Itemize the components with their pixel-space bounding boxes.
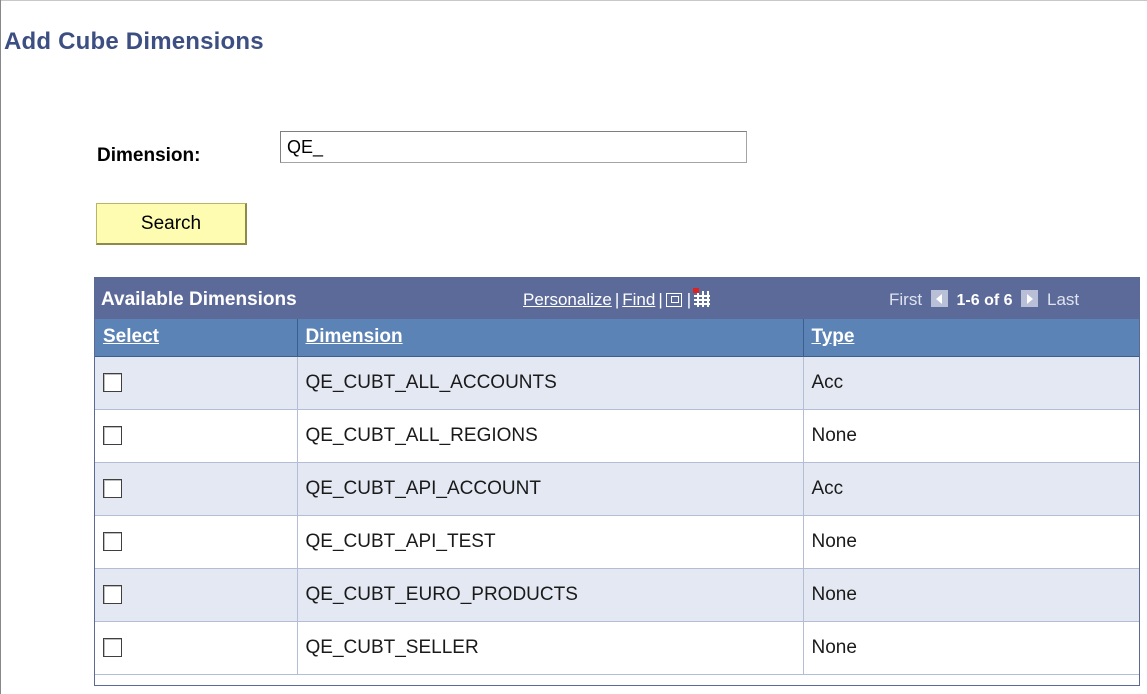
toolbar-separator: | — [686, 290, 692, 309]
sort-dimension-link[interactable]: Dimension — [306, 326, 403, 347]
table-row: QE_CUBT_API_ACCOUNT Acc — [95, 462, 1139, 516]
table-header-row: Select Dimension Type — [95, 319, 1139, 357]
grid-title: Available Dimensions — [101, 289, 297, 310]
grid-header-bar: Available Dimensions Personalize | Find | | … — [95, 278, 1139, 319]
table-row: QE_CUBT_ALL_ACCOUNTS Acc — [95, 356, 1139, 410]
select-checkbox[interactable] — [103, 425, 122, 445]
grid-pager: First 1-6 of 6 Last — [889, 290, 1079, 310]
page-left-border — [0, 0, 1, 694]
grid-toolbar: Personalize | Find | | — [523, 288, 711, 310]
dimension-cell: QE_CUBT_API_TEST — [297, 515, 804, 569]
dimension-input[interactable] — [280, 131, 747, 163]
table-row: QE_CUBT_API_TEST None — [95, 515, 1139, 569]
pager-last: Last — [1047, 290, 1080, 309]
type-cell: None — [803, 621, 1139, 675]
select-cell — [95, 409, 298, 463]
pager-range: 1-6 of 6 — [956, 292, 1013, 309]
type-cell: None — [803, 515, 1139, 569]
dimension-label: Dimension: — [97, 145, 201, 166]
personalize-link[interactable]: Personalize — [523, 290, 612, 309]
sort-type-link[interactable]: Type — [812, 326, 855, 347]
type-cell: None — [803, 409, 1139, 463]
page-top-border — [0, 0, 1147, 1]
dimensions-table: Select Dimension Type QE_CUBT_ALL_ACCOUN… — [95, 319, 1139, 675]
dimension-cell: QE_CUBT_ALL_ACCOUNTS — [297, 356, 804, 410]
table-row: QE_CUBT_ALL_REGIONS None — [95, 409, 1139, 463]
download-spreadsheet-icon[interactable] — [693, 288, 711, 307]
table-row: QE_CUBT_EURO_PRODUCTS None — [95, 568, 1139, 622]
select-cell — [95, 462, 298, 516]
type-cell: Acc — [803, 356, 1139, 410]
dimension-cell: QE_CUBT_SELLER — [297, 621, 804, 675]
select-checkbox[interactable] — [103, 478, 122, 498]
dimension-cell: QE_CUBT_EURO_PRODUCTS — [297, 568, 804, 622]
column-header-type[interactable]: Type — [803, 319, 1139, 357]
column-header-select[interactable]: Select — [95, 319, 298, 357]
select-cell — [95, 515, 298, 569]
pager-first: First — [889, 290, 923, 309]
select-checkbox[interactable] — [103, 372, 122, 392]
select-cell — [95, 621, 298, 675]
next-arrow-icon[interactable] — [1021, 290, 1039, 307]
find-link[interactable]: Find — [622, 290, 655, 309]
zoom-icon[interactable] — [665, 293, 682, 307]
select-checkbox[interactable] — [103, 584, 122, 604]
prev-arrow-icon[interactable] — [930, 290, 948, 307]
search-button[interactable]: Search — [96, 203, 247, 245]
sort-select-link[interactable]: Select — [103, 326, 159, 347]
dimension-cell: QE_CUBT_API_ACCOUNT — [297, 462, 804, 516]
select-cell — [95, 356, 298, 410]
table-row: QE_CUBT_SELLER None — [95, 621, 1139, 675]
type-cell: None — [803, 568, 1139, 622]
available-dimensions-grid: Available Dimensions Personalize | Find | | … — [94, 277, 1140, 686]
page-title: Add Cube Dimensions — [4, 28, 264, 55]
type-cell: Acc — [803, 462, 1139, 516]
select-checkbox[interactable] — [103, 531, 122, 551]
dimension-cell: QE_CUBT_ALL_REGIONS — [297, 409, 804, 463]
select-checkbox[interactable] — [103, 637, 122, 657]
toolbar-separator: | — [658, 290, 663, 309]
select-cell — [95, 568, 298, 622]
toolbar-separator: | — [614, 290, 620, 309]
column-header-dimension[interactable]: Dimension — [297, 319, 804, 357]
